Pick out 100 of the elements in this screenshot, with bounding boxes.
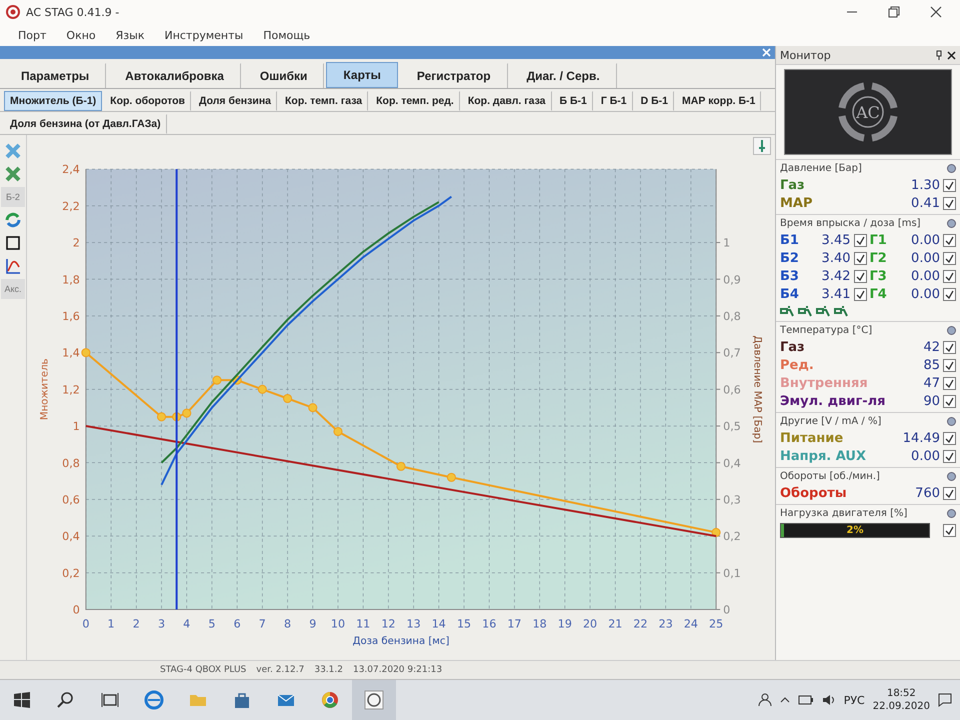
checkbox[interactable] (854, 252, 866, 264)
checkbox[interactable] (943, 288, 956, 300)
checkbox[interactable] (943, 450, 956, 462)
close-icon[interactable] (947, 50, 956, 60)
person-icon[interactable] (758, 693, 772, 707)
checkbox[interactable] (943, 524, 956, 536)
y2-tick-label: 0,7 (723, 346, 741, 360)
chevron-up-icon[interactable] (780, 695, 790, 705)
checkbox[interactable] (943, 252, 956, 264)
reading-label: Ред. (780, 358, 815, 372)
menu-item[interactable]: Порт (10, 26, 54, 44)
menu-item[interactable]: Инструменты (156, 26, 252, 44)
checkbox[interactable] (943, 394, 956, 408)
x-tick-label: 23 (658, 618, 673, 631)
tab[interactable]: Параметры (4, 63, 106, 88)
collapse-dot-icon[interactable] (947, 164, 956, 173)
reading-label: Газ (780, 178, 806, 192)
y2-tick-label: 0,8 (723, 310, 741, 323)
checkbox[interactable] (943, 234, 956, 246)
x-tick-label: 6 (234, 618, 241, 631)
x-tick-label: 14 (432, 618, 446, 631)
x-tick-label: 4 (183, 618, 190, 631)
reading-value: 14.49 (902, 430, 940, 446)
reading-value: 90 (923, 394, 940, 408)
map-tab[interactable]: Кор. оборотов (104, 91, 191, 111)
checkbox[interactable] (943, 486, 956, 500)
menu-item[interactable]: Окно (58, 26, 104, 44)
data-point[interactable] (172, 412, 182, 422)
y-tick-label: 2 (72, 236, 80, 250)
window-title: AC STAG 0.41.9 - (26, 6, 120, 18)
language-indicator[interactable]: РУС (844, 694, 865, 706)
collapse-dot-icon[interactable] (947, 509, 956, 518)
checkbox[interactable] (854, 288, 866, 300)
close-icon (930, 6, 942, 18)
x-tick-label: 3 (158, 618, 166, 631)
x-tick-label: 1 (108, 618, 115, 631)
y2-tick-label: 0,6 (723, 383, 741, 396)
y-tick-label: 2,4 (62, 163, 80, 176)
y-tick-label: 0,8 (62, 456, 80, 470)
checkbox[interactable] (943, 178, 956, 192)
build-date: 13.07.2020 9:21:13 (352, 665, 442, 675)
search-icon (56, 690, 76, 710)
map-tab[interactable]: Кор. темп. ред. (370, 91, 460, 111)
tab[interactable]: Диаг. / Серв. (510, 63, 617, 88)
checkbox[interactable] (943, 340, 956, 354)
checkbox[interactable] (943, 270, 956, 282)
tab[interactable]: Карты (326, 62, 398, 88)
collapse-dot-icon[interactable] (947, 326, 956, 335)
pin-button[interactable] (753, 137, 771, 155)
map-tab[interactable]: D Б-1 (634, 91, 674, 111)
task-view-icon (100, 690, 120, 710)
reading-label: MAP (780, 196, 814, 210)
map-tab[interactable]: Множитель (Б-1) (4, 91, 102, 111)
clock-time[interactable]: 18:52 (886, 687, 916, 700)
map-tab[interactable]: Доля бензина (от Давл.ГАЗа) (4, 114, 167, 134)
checkbox[interactable] (943, 358, 956, 372)
map-tab[interactable]: Доля бензина (193, 91, 277, 111)
tab[interactable]: Ошибки (242, 63, 324, 88)
checkbox[interactable] (943, 196, 956, 210)
clock-date[interactable]: 22.09.2020 (872, 700, 930, 713)
checkbox[interactable] (854, 234, 866, 246)
x-tick-label: 7 (258, 618, 266, 631)
tab[interactable]: Регистратор (400, 63, 508, 88)
y-tick-label: 0,2 (62, 566, 80, 580)
collapse-dot-icon[interactable] (947, 417, 956, 426)
reading-label: Обороты (780, 486, 848, 500)
section-title: Нагрузка двигателя [%] (780, 508, 908, 519)
map-tab[interactable]: Кор. давл. газа (462, 91, 552, 111)
battery-icon[interactable] (798, 695, 814, 705)
notification-icon[interactable] (938, 693, 952, 707)
speaker-icon[interactable] (822, 694, 836, 706)
taskbar-button[interactable] (352, 680, 396, 720)
data-point[interactable] (712, 528, 721, 537)
restore-icon (888, 6, 900, 18)
checkbox[interactable] (854, 270, 866, 282)
section-title: Обороты [об./мин.] (780, 471, 880, 482)
injector-label: Г1 (870, 232, 888, 248)
collapse-dot-icon[interactable] (947, 219, 956, 228)
menu-item[interactable]: Язык (108, 26, 152, 44)
map-tab[interactable]: Кор. темп. газа (279, 91, 368, 111)
device-name: STAG-4 QBOX PLUS (160, 665, 246, 675)
checkbox[interactable] (943, 376, 956, 390)
checkbox[interactable] (943, 432, 956, 444)
map-tab[interactable]: МАР корр. Б-1 (676, 91, 762, 111)
injector-value: 0.00 (910, 250, 940, 266)
x-tick-label: 20 (583, 618, 598, 631)
y2-tick-label: 0,3 (723, 493, 741, 506)
y2-tick-label: 0,1 (723, 566, 741, 580)
cursor-line[interactable] (176, 169, 178, 610)
menu-item[interactable]: Помощь (255, 26, 318, 44)
collapse-dot-icon[interactable] (947, 472, 956, 481)
x-tick-label: 5 (208, 618, 216, 631)
pin-icon[interactable] (935, 50, 943, 60)
data-point[interactable] (232, 376, 242, 385)
chrome-browser-icon (320, 690, 340, 710)
software-version: ver. 2.12.7 (256, 665, 304, 675)
tab[interactable]: Автокалибровка (108, 63, 241, 88)
map-tab[interactable]: Г Б-1 (594, 91, 633, 111)
map-tab[interactable]: Б Б-1 (554, 91, 593, 111)
x-axis-title: Доза бензина [мс] (352, 636, 450, 647)
